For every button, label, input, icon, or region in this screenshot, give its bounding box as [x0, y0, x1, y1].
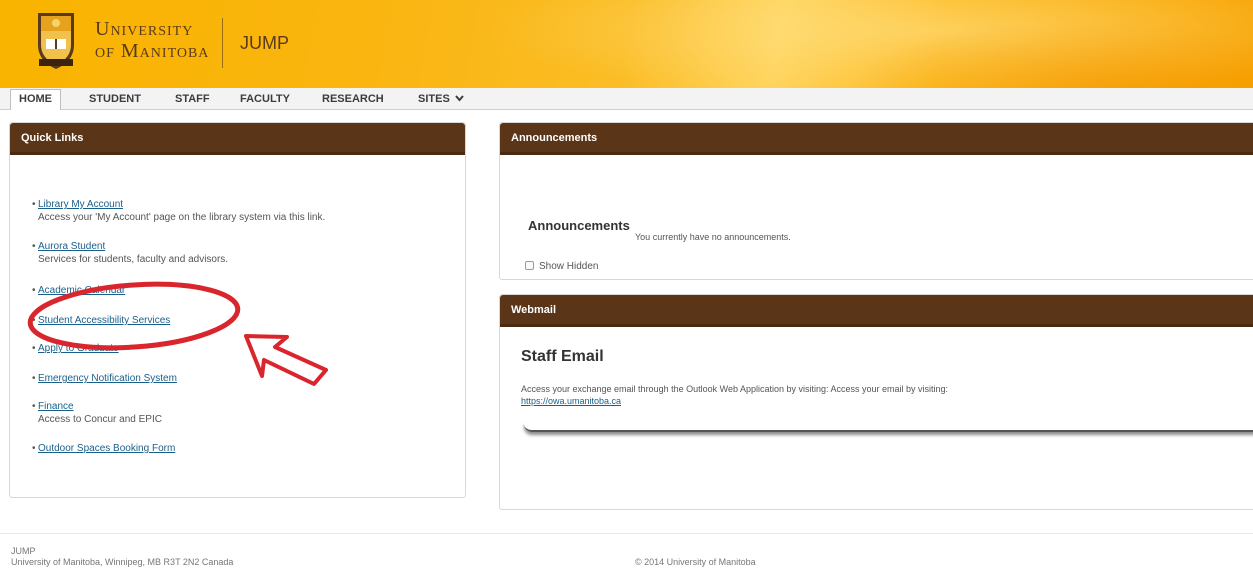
logo-divider [222, 18, 223, 68]
quick-link-desc: Services for students, faculty and advis… [38, 254, 229, 265]
footer-address: University of Manitoba, Winnipeg, MB R3T… [11, 557, 234, 567]
quick-link-desc: Access to Concur and EPIC [38, 414, 162, 425]
nav-sites-label: SITES [418, 93, 450, 105]
quick-links-title: Quick Links [10, 123, 465, 155]
quick-link-aurora-student[interactable]: Aurora Student [38, 241, 105, 252]
quick-link-item: • Academic Calendar [32, 285, 126, 296]
quick-link-item: • Outdoor Spaces Booking Form [32, 443, 176, 454]
footer-copyright: © 2014 University of Manitoba [635, 557, 756, 567]
staff-email-heading: Staff Email [521, 348, 604, 365]
nav-staff[interactable]: STAFF [175, 88, 210, 110]
quick-link-item: • Apply to Graduate [32, 343, 119, 354]
quick-link-item: • Student Accessibility Services [32, 315, 171, 326]
university-crest-icon[interactable] [35, 9, 77, 71]
nav-sites[interactable]: SITES [418, 88, 464, 110]
webmail-panel-title: Webmail [500, 295, 1253, 327]
footer-divider [0, 533, 1253, 534]
quick-link-academic-calendar[interactable]: Academic Calendar [38, 285, 125, 296]
footer-site-name: JUMP [11, 546, 36, 556]
nav-home[interactable]: HOME [10, 89, 61, 110]
announcements-panel-title: Announcements [500, 123, 1253, 155]
content-divider-shadow [524, 422, 1253, 432]
checkbox-box[interactable] [525, 261, 534, 270]
show-hidden-label: Show Hidden [539, 261, 599, 272]
announcements-empty-message: You currently have no announcements. [635, 232, 791, 242]
announcements-panel: Announcements Announcements You currentl… [499, 122, 1253, 280]
quick-link-student-accessibility-services[interactable]: Student Accessibility Services [38, 315, 170, 326]
site-name[interactable]: JUMP [240, 33, 289, 54]
main-nav: HOME STUDENT STAFF FACULTY RESEARCH SITE… [0, 88, 1253, 110]
quick-link-desc: Access your 'My Account' page on the lib… [38, 212, 326, 223]
webmail-description: Access your exchange email through the O… [521, 384, 949, 394]
quick-link-emergency-notification-system[interactable]: Emergency Notification System [38, 373, 177, 384]
owa-link[interactable]: https://owa.umanitoba.ca [521, 396, 621, 406]
header-bar: University of Manitoba JUMP [0, 0, 1253, 88]
chevron-down-icon [455, 95, 464, 102]
quick-link-item: • Emergency Notification System [32, 373, 177, 384]
quick-link-item: • Finance Access to Concur and EPIC [32, 401, 162, 425]
nav-student[interactable]: STUDENT [89, 88, 141, 110]
nav-faculty[interactable]: FACULTY [240, 88, 290, 110]
quick-links-panel: Quick Links • Library My Account Access … [9, 122, 466, 498]
university-wordmark[interactable]: University of Manitoba [95, 18, 209, 62]
wordmark-line2: of Manitoba [95, 40, 210, 62]
show-hidden-checkbox[interactable]: Show Hidden [525, 261, 598, 272]
nav-research[interactable]: RESEARCH [322, 88, 384, 110]
quick-link-apply-to-graduate[interactable]: Apply to Graduate [38, 343, 119, 354]
quick-link-item: • Library My Account Access your 'My Acc… [32, 199, 326, 223]
announcements-heading: Announcements [528, 218, 630, 233]
webmail-panel: Webmail Staff Email Access your exchange… [499, 294, 1253, 510]
quick-link-finance[interactable]: Finance [38, 401, 74, 412]
quick-link-item: • Aurora Student Services for students, … [32, 241, 229, 265]
wordmark-line1: University [95, 18, 194, 40]
quick-link-outdoor-spaces-booking-form[interactable]: Outdoor Spaces Booking Form [38, 443, 175, 454]
quick-link-library-my-account[interactable]: Library My Account [38, 199, 123, 210]
